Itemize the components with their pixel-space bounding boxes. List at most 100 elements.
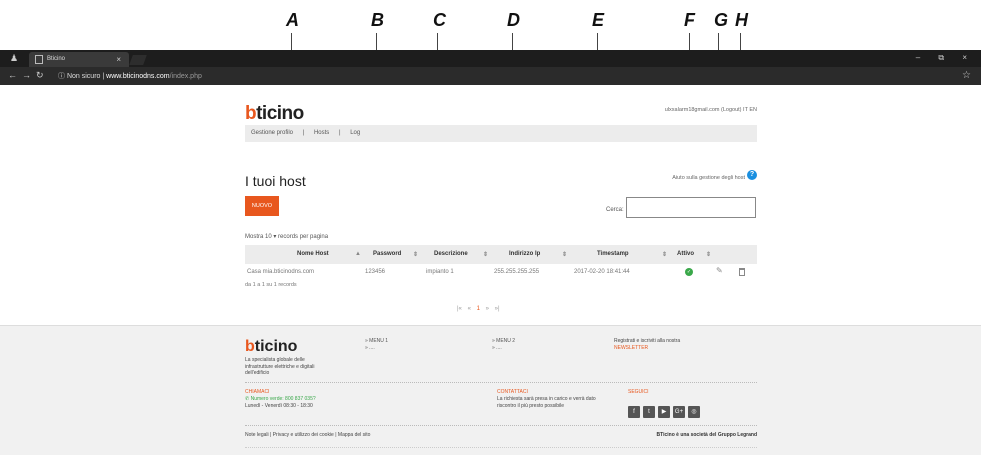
window-controls[interactable]: – ⧉ × — [916, 53, 975, 63]
instagram-icon[interactable]: ◎ — [688, 406, 700, 418]
annotation-f: F — [684, 10, 695, 30]
footer-menu-1-item[interactable]: » .... — [365, 345, 388, 352]
legrand-note: BTicino è una società del Gruppo Legrand — [656, 432, 757, 438]
pager-last[interactable]: »| — [495, 306, 500, 312]
cell-timestamp: 2017-02-20 18:41:44 — [574, 269, 630, 275]
follow-block: SEGUICI — [628, 389, 649, 396]
address-bar: ← → ↻ ⓘ Non sicuro | www.bticinodns.com/… — [0, 67, 981, 85]
records-info: da 1 a 1 su 1 records — [245, 282, 297, 288]
column-active[interactable]: Attivo — [677, 251, 694, 257]
edit-pencil-icon[interactable]: ✎ — [716, 266, 723, 275]
follow-title: SEGUICI — [628, 389, 649, 395]
column-description[interactable]: Descrizione — [434, 251, 468, 257]
contact-block: CONTATTACI La richiesta sarà presa in ca… — [497, 389, 607, 410]
sort-icon[interactable]: ⇕ — [706, 251, 711, 258]
call-block: CHIAMACI ✆ Numero verde: 800 837 035? Lu… — [245, 389, 316, 410]
menu-item-log[interactable]: Log — [350, 130, 360, 136]
page-content: bticino ulxxalarm18gmail.com (Logout) IT… — [0, 85, 981, 325]
column-ip[interactable]: Indirizzo Ip — [509, 251, 540, 257]
twitter-icon[interactable]: t — [643, 406, 655, 418]
help-icon[interactable]: ? — [747, 170, 757, 180]
footer-menu-1-title[interactable]: » MENU 1 — [365, 338, 388, 345]
page-icon — [35, 55, 43, 64]
reload-icon[interactable]: ↻ — [36, 70, 44, 81]
menu-separator: | — [302, 130, 305, 136]
newsletter-text: Registrati e iscriviti alla nostra — [614, 338, 681, 344]
youtube-icon[interactable]: ▶ — [658, 406, 670, 418]
menu-item-profile[interactable]: Gestione profilo — [251, 130, 293, 136]
contact-title[interactable]: CONTATTACI — [497, 389, 607, 396]
cell-host-name: Casa mia.bticinodns.com — [247, 269, 315, 275]
footer-menu-2-item[interactable]: » .... — [492, 345, 515, 352]
bticino-logo[interactable]: bticino — [245, 103, 304, 125]
browser-tab[interactable]: Bticino × — [29, 52, 129, 67]
cell-description: impianto 1 — [426, 269, 454, 275]
pager-first[interactable]: |« — [457, 306, 462, 312]
tab-close-icon[interactable]: × — [116, 55, 121, 64]
call-title: CHIAMACI — [245, 389, 270, 395]
main-menu: Gestione profilo | Hosts | Log — [245, 125, 757, 142]
sort-icon[interactable]: ⇕ — [413, 251, 418, 258]
footer-tagline: La specialista globale delle infrastrutt… — [245, 357, 315, 376]
url-host: www.bticinodns.com — [106, 73, 170, 80]
sort-icon[interactable]: ⇕ — [483, 251, 488, 258]
pager-next[interactable]: » — [486, 306, 489, 312]
main-container: bticino ulxxalarm18gmail.com (Logout) IT… — [245, 85, 757, 325]
menu-item-hosts[interactable]: Hosts — [314, 130, 329, 136]
delete-trash-icon[interactable] — [739, 268, 745, 276]
user-info[interactable]: ulxxalarm18gmail.com (Logout) IT EN — [665, 107, 757, 113]
url-secure-label: Non sicuro — [66, 73, 101, 80]
annotation-row: A B C D E F G H — [0, 0, 981, 50]
pager-page[interactable]: 1 — [477, 306, 480, 312]
annotation-c: C — [433, 10, 446, 30]
column-name-host[interactable]: Nome Host — [297, 251, 329, 257]
new-tab-button[interactable] — [129, 55, 147, 65]
contact-text: La richiesta sarà presa in carico e verr… — [497, 396, 596, 409]
google-plus-icon[interactable]: G+ — [673, 406, 685, 418]
tab-title: Bticino — [47, 56, 66, 62]
footer-menu-1: » MENU 1 » .... — [365, 338, 388, 352]
forward-icon[interactable]: → — [22, 70, 31, 80]
search-input[interactable] — [626, 197, 756, 218]
footer-container: bticino La specialista globale delle inf… — [245, 326, 757, 456]
table-header: Nome Host ▲ Password ⇕ Descrizione ⇕ Ind… — [245, 245, 757, 264]
bookmark-star-icon[interactable]: ☆ — [962, 70, 971, 81]
annotation-h: H — [735, 10, 748, 30]
green-number[interactable]: ✆ Numero verde: 800 837 035? — [245, 396, 316, 403]
footer-divider — [245, 382, 757, 383]
info-icon[interactable]: ⓘ — [58, 73, 65, 80]
annotation-g: G — [714, 10, 729, 30]
pagination: |« « 1 » »| — [457, 306, 500, 312]
legal-links[interactable]: Note legali | Privacy e utilizzo dei coo… — [245, 432, 370, 438]
annotation-e: E — [592, 10, 605, 30]
annotation-b: B — [371, 10, 384, 30]
pager-prev[interactable]: « — [468, 306, 471, 312]
facebook-icon[interactable]: f — [628, 406, 640, 418]
sort-icon[interactable]: ⇕ — [562, 251, 567, 258]
page-title: I tuoi host — [245, 173, 306, 189]
annotation-d: D — [507, 10, 520, 30]
back-icon[interactable]: ← — [8, 70, 17, 80]
table-row: Casa mia.bticinodns.com 123456 impianto … — [245, 266, 757, 280]
column-timestamp[interactable]: Timestamp — [597, 251, 629, 257]
profile-icon[interactable]: ♟ — [10, 53, 18, 64]
footer: bticino La specialista globale delle inf… — [0, 325, 981, 455]
footer-menu-2: » MENU 2 » .... — [492, 338, 515, 352]
footer-logo[interactable]: bticino — [245, 338, 297, 356]
column-password[interactable]: Password — [373, 251, 401, 257]
sort-asc-icon[interactable]: ▲ — [355, 251, 361, 257]
newsletter-link[interactable]: NEWSLETTER — [614, 345, 680, 352]
new-host-button[interactable]: NUOVO — [245, 196, 279, 216]
call-hours: Lunedì - Venerdì 08:30 - 18:30 — [245, 403, 313, 409]
records-per-page-select[interactable]: Mostra 10 ▾ records per pagina — [245, 233, 328, 240]
url-field[interactable]: ⓘ Non sicuro | www.bticinodns.com/index.… — [58, 71, 202, 81]
footer-menu-2-title[interactable]: » MENU 2 — [492, 338, 515, 345]
cell-password: 123456 — [365, 269, 386, 275]
annotation-a: A — [286, 10, 299, 30]
search-label: Cerca: — [606, 207, 624, 213]
help-link[interactable]: Aiuto sulla gestione degli host — [672, 175, 745, 181]
url-path: /index.php — [169, 73, 202, 80]
active-check-icon[interactable]: ✓ — [685, 268, 693, 276]
cell-ip: 255.255.255.255 — [494, 269, 540, 275]
sort-icon[interactable]: ⇕ — [662, 251, 667, 258]
